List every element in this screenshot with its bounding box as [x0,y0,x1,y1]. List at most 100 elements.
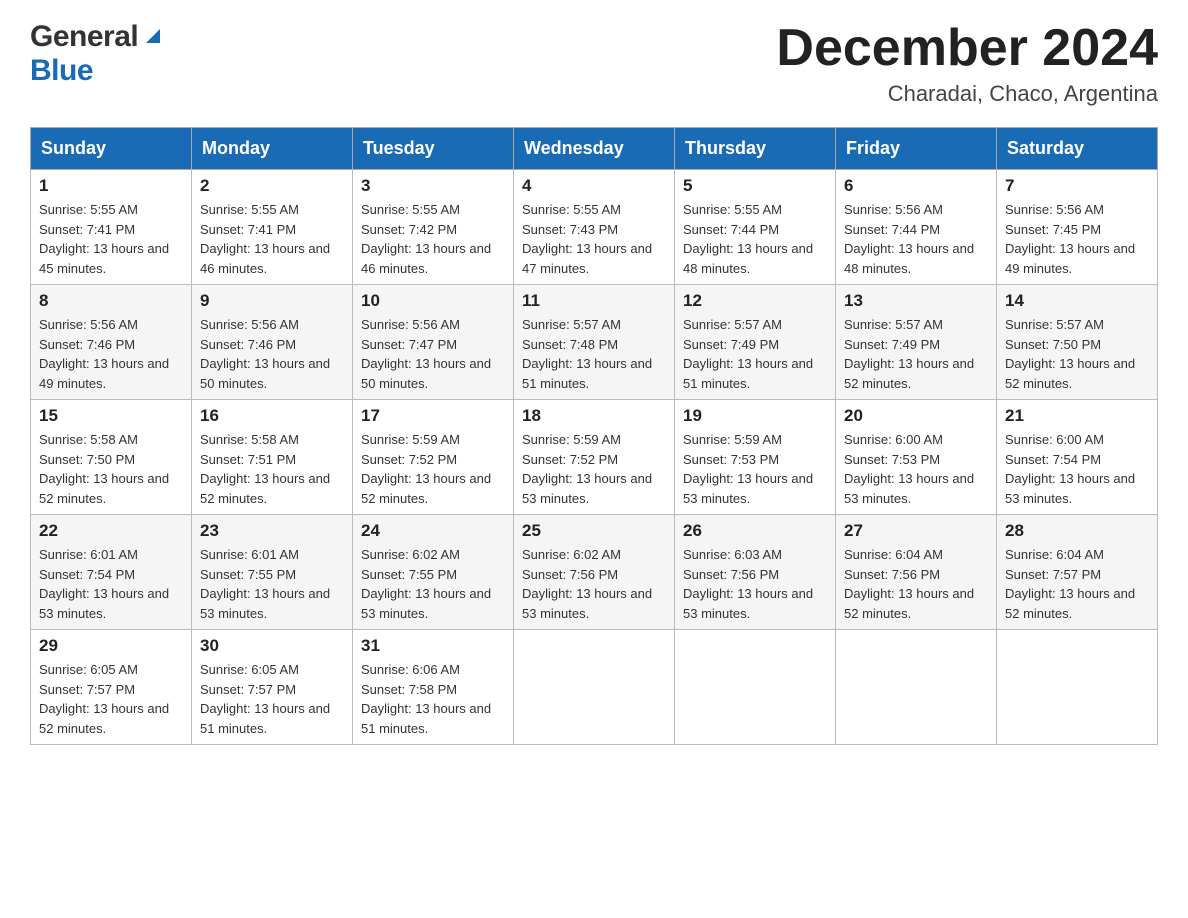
calendar-cell: 21 Sunrise: 6:00 AM Sunset: 7:54 PM Dayl… [997,400,1158,515]
day-info: Sunrise: 5:56 AM Sunset: 7:47 PM Dayligh… [361,315,505,393]
week-row-5: 29 Sunrise: 6:05 AM Sunset: 7:57 PM Dayl… [31,630,1158,745]
week-row-3: 15 Sunrise: 5:58 AM Sunset: 7:50 PM Dayl… [31,400,1158,515]
calendar-header-row: Sunday Monday Tuesday Wednesday Thursday… [31,128,1158,170]
header-tuesday: Tuesday [353,128,514,170]
day-number: 14 [1005,291,1149,311]
calendar-cell: 6 Sunrise: 5:56 AM Sunset: 7:44 PM Dayli… [836,170,997,285]
calendar-cell: 2 Sunrise: 5:55 AM Sunset: 7:41 PM Dayli… [192,170,353,285]
calendar-cell: 28 Sunrise: 6:04 AM Sunset: 7:57 PM Dayl… [997,515,1158,630]
calendar-cell: 9 Sunrise: 5:56 AM Sunset: 7:46 PM Dayli… [192,285,353,400]
day-info: Sunrise: 5:55 AM Sunset: 7:42 PM Dayligh… [361,200,505,278]
calendar-cell: 27 Sunrise: 6:04 AM Sunset: 7:56 PM Dayl… [836,515,997,630]
day-info: Sunrise: 5:57 AM Sunset: 7:48 PM Dayligh… [522,315,666,393]
calendar-cell [997,630,1158,745]
calendar-cell: 20 Sunrise: 6:00 AM Sunset: 7:53 PM Dayl… [836,400,997,515]
day-info: Sunrise: 5:57 AM Sunset: 7:49 PM Dayligh… [844,315,988,393]
day-number: 31 [361,636,505,656]
calendar-cell [836,630,997,745]
calendar-cell: 31 Sunrise: 6:06 AM Sunset: 7:58 PM Dayl… [353,630,514,745]
day-number: 26 [683,521,827,541]
day-number: 4 [522,176,666,196]
calendar-cell: 22 Sunrise: 6:01 AM Sunset: 7:54 PM Dayl… [31,515,192,630]
day-number: 12 [683,291,827,311]
day-info: Sunrise: 6:06 AM Sunset: 7:58 PM Dayligh… [361,660,505,738]
week-row-1: 1 Sunrise: 5:55 AM Sunset: 7:41 PM Dayli… [31,170,1158,285]
day-number: 11 [522,291,666,311]
day-info: Sunrise: 5:56 AM Sunset: 7:45 PM Dayligh… [1005,200,1149,278]
day-number: 10 [361,291,505,311]
calendar-cell: 16 Sunrise: 5:58 AM Sunset: 7:51 PM Dayl… [192,400,353,515]
day-info: Sunrise: 6:02 AM Sunset: 7:56 PM Dayligh… [522,545,666,623]
day-number: 2 [200,176,344,196]
day-number: 20 [844,406,988,426]
day-info: Sunrise: 6:05 AM Sunset: 7:57 PM Dayligh… [200,660,344,738]
day-number: 29 [39,636,183,656]
calendar-cell: 30 Sunrise: 6:05 AM Sunset: 7:57 PM Dayl… [192,630,353,745]
calendar-cell: 19 Sunrise: 5:59 AM Sunset: 7:53 PM Dayl… [675,400,836,515]
day-info: Sunrise: 5:58 AM Sunset: 7:51 PM Dayligh… [200,430,344,508]
calendar-cell: 25 Sunrise: 6:02 AM Sunset: 7:56 PM Dayl… [514,515,675,630]
calendar-cell: 15 Sunrise: 5:58 AM Sunset: 7:50 PM Dayl… [31,400,192,515]
calendar-cell: 17 Sunrise: 5:59 AM Sunset: 7:52 PM Dayl… [353,400,514,515]
calendar-cell: 5 Sunrise: 5:55 AM Sunset: 7:44 PM Dayli… [675,170,836,285]
day-info: Sunrise: 5:59 AM Sunset: 7:52 PM Dayligh… [522,430,666,508]
calendar-cell: 11 Sunrise: 5:57 AM Sunset: 7:48 PM Dayl… [514,285,675,400]
calendar-cell: 10 Sunrise: 5:56 AM Sunset: 7:47 PM Dayl… [353,285,514,400]
calendar-cell: 18 Sunrise: 5:59 AM Sunset: 7:52 PM Dayl… [514,400,675,515]
day-number: 6 [844,176,988,196]
calendar-cell: 7 Sunrise: 5:56 AM Sunset: 7:45 PM Dayli… [997,170,1158,285]
week-row-4: 22 Sunrise: 6:01 AM Sunset: 7:54 PM Dayl… [31,515,1158,630]
day-info: Sunrise: 5:55 AM Sunset: 7:41 PM Dayligh… [200,200,344,278]
header-sunday: Sunday [31,128,192,170]
calendar-cell: 24 Sunrise: 6:02 AM Sunset: 7:55 PM Dayl… [353,515,514,630]
day-info: Sunrise: 6:02 AM Sunset: 7:55 PM Dayligh… [361,545,505,623]
page-header: General Blue December 2024 Charadai, Cha… [30,20,1158,107]
day-number: 19 [683,406,827,426]
day-info: Sunrise: 5:57 AM Sunset: 7:49 PM Dayligh… [683,315,827,393]
day-info: Sunrise: 6:05 AM Sunset: 7:57 PM Dayligh… [39,660,183,738]
calendar-cell: 29 Sunrise: 6:05 AM Sunset: 7:57 PM Dayl… [31,630,192,745]
day-number: 24 [361,521,505,541]
day-number: 25 [522,521,666,541]
day-info: Sunrise: 6:01 AM Sunset: 7:55 PM Dayligh… [200,545,344,623]
header-thursday: Thursday [675,128,836,170]
day-number: 18 [522,406,666,426]
calendar-cell: 8 Sunrise: 5:56 AM Sunset: 7:46 PM Dayli… [31,285,192,400]
day-number: 22 [39,521,183,541]
day-number: 27 [844,521,988,541]
calendar-cell: 12 Sunrise: 5:57 AM Sunset: 7:49 PM Dayl… [675,285,836,400]
header-wednesday: Wednesday [514,128,675,170]
day-number: 13 [844,291,988,311]
day-info: Sunrise: 6:00 AM Sunset: 7:54 PM Dayligh… [1005,430,1149,508]
logo-general-text: General [30,20,138,54]
day-info: Sunrise: 5:56 AM Sunset: 7:46 PM Dayligh… [39,315,183,393]
day-number: 5 [683,176,827,196]
day-info: Sunrise: 5:58 AM Sunset: 7:50 PM Dayligh… [39,430,183,508]
day-number: 30 [200,636,344,656]
day-number: 28 [1005,521,1149,541]
calendar-cell [514,630,675,745]
title-block: December 2024 Charadai, Chaco, Argentina [776,20,1158,107]
calendar-cell: 1 Sunrise: 5:55 AM Sunset: 7:41 PM Dayli… [31,170,192,285]
day-info: Sunrise: 6:00 AM Sunset: 7:53 PM Dayligh… [844,430,988,508]
logo-triangle-icon [142,25,164,52]
day-info: Sunrise: 5:55 AM Sunset: 7:44 PM Dayligh… [683,200,827,278]
day-info: Sunrise: 6:04 AM Sunset: 7:56 PM Dayligh… [844,545,988,623]
day-info: Sunrise: 5:55 AM Sunset: 7:41 PM Dayligh… [39,200,183,278]
calendar-cell: 4 Sunrise: 5:55 AM Sunset: 7:43 PM Dayli… [514,170,675,285]
day-info: Sunrise: 5:59 AM Sunset: 7:53 PM Dayligh… [683,430,827,508]
logo: General Blue [30,20,164,88]
day-number: 3 [361,176,505,196]
header-saturday: Saturday [997,128,1158,170]
day-number: 8 [39,291,183,311]
day-info: Sunrise: 6:01 AM Sunset: 7:54 PM Dayligh… [39,545,183,623]
day-number: 17 [361,406,505,426]
month-year-title: December 2024 [776,20,1158,77]
header-friday: Friday [836,128,997,170]
day-info: Sunrise: 6:03 AM Sunset: 7:56 PM Dayligh… [683,545,827,623]
calendar-cell: 13 Sunrise: 5:57 AM Sunset: 7:49 PM Dayl… [836,285,997,400]
calendar-cell [675,630,836,745]
calendar-cell: 23 Sunrise: 6:01 AM Sunset: 7:55 PM Dayl… [192,515,353,630]
day-number: 21 [1005,406,1149,426]
week-row-2: 8 Sunrise: 5:56 AM Sunset: 7:46 PM Dayli… [31,285,1158,400]
